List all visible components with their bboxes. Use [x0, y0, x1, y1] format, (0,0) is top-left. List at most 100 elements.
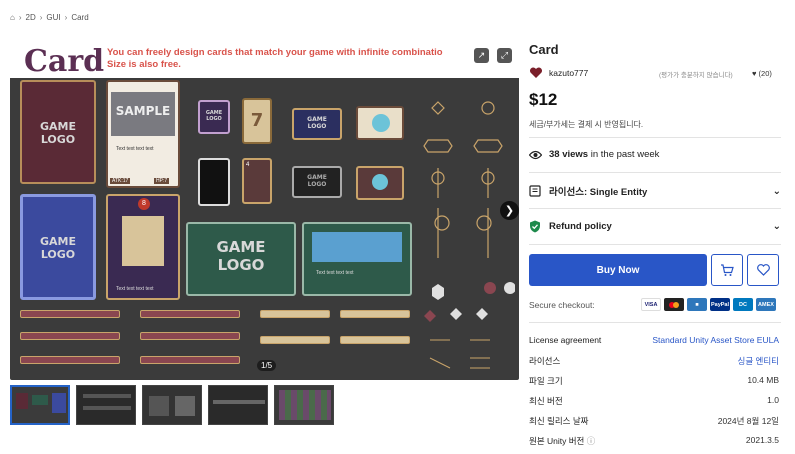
ui-bar	[260, 336, 330, 344]
next-slide-button[interactable]: ❯	[500, 201, 519, 220]
secure-checkout-label: Secure checkout:	[529, 300, 595, 310]
thumbnail-strip	[10, 385, 334, 425]
divider	[529, 208, 781, 209]
detail-row: License agreement Standard Unity Asset St…	[529, 335, 779, 345]
slide-counter: 1/5	[257, 360, 277, 371]
card-mini-black	[198, 158, 230, 206]
detail-value: 10.4 MB	[747, 375, 779, 385]
hero-title: Card	[24, 44, 105, 79]
hero-canvas: GAME LOGO SAMPLE Text text text text ATK:…	[10, 78, 519, 380]
detail-value: 2021.3.5	[745, 435, 779, 445]
detail-value[interactable]: Standard Unity Asset Store EULA	[652, 335, 779, 345]
detail-key: 파일 크기	[529, 376, 563, 386]
card-mini-number-7: 7	[242, 98, 272, 144]
ui-bar	[20, 356, 120, 364]
ornament-frames	[423, 101, 515, 369]
divider	[529, 137, 781, 138]
thumbnail-5[interactable]	[274, 385, 334, 425]
divider	[529, 172, 781, 173]
share-icon[interactable]: ↗	[474, 48, 489, 63]
views-row: 38 views in the past week	[529, 149, 781, 160]
detail-key: 원본 Unity 버전	[529, 436, 585, 446]
publisher-row: kazuto777	[529, 66, 588, 80]
detail-value: 2024년 8월 12일	[717, 416, 779, 426]
divider	[529, 244, 781, 245]
breadcrumb-item-2d[interactable]: 2D	[26, 13, 36, 22]
thumbnail-3[interactable]	[142, 385, 202, 425]
amex-card-icon: AMEX	[756, 298, 776, 311]
amex-icon: ■	[687, 298, 707, 311]
cart-icon	[721, 263, 734, 276]
chevron-down-icon: ⌄	[772, 221, 781, 232]
card-mini-logo-purple: GAME LOGO	[198, 100, 230, 134]
refund-accordion[interactable]: Refund policy ⌄	[529, 220, 781, 233]
diners-icon: DC	[733, 298, 753, 311]
card-atk: ATK:17	[110, 178, 131, 184]
card-mini-sword: 4	[242, 158, 272, 204]
detail-value[interactable]: 싱글 엔티티	[738, 355, 779, 367]
publisher-avatar-icon	[529, 67, 543, 78]
hero-image[interactable]: Card You can freely design cards that ma…	[10, 44, 519, 380]
home-icon[interactable]: ⌂	[10, 13, 15, 22]
chevron-right-icon: ›	[18, 13, 22, 22]
hero-subtitle-line-1: You can freely design cards that match y…	[107, 47, 443, 58]
card-logo-text: GAME LOGO	[39, 120, 76, 146]
detail-key: 라이선스	[529, 356, 561, 366]
paypal-icon: PayPal	[710, 298, 730, 311]
card-sample-text: SAMPLE	[115, 104, 171, 118]
chevron-down-icon: ⌄	[772, 185, 781, 197]
add-to-cart-button[interactable]	[711, 254, 743, 286]
detail-row: 최신 릴리스 날짜 2024년 8월 12일	[529, 415, 779, 427]
rating-text: (평가가 충분하지 않습니다)	[659, 72, 733, 79]
ui-bar	[20, 310, 120, 318]
detail-row: 라이선스 싱글 엔티티	[529, 355, 779, 367]
payment-methods: VISA ■ PayPal DC AMEX	[641, 298, 776, 311]
breadcrumb-item-gui[interactable]: GUI	[46, 13, 60, 22]
eye-icon	[529, 150, 543, 160]
thumbnail-4[interactable]	[208, 385, 268, 425]
chevron-right-icon: ›	[64, 13, 68, 22]
thumbnail-2[interactable]	[76, 385, 136, 425]
chevron-right-icon: ›	[39, 13, 43, 22]
breadcrumb-item-card: Card	[71, 13, 89, 22]
shield-check-icon	[529, 220, 543, 233]
detail-row: 원본 Unity 버전 ⓘ 2021.3.5	[529, 435, 779, 447]
license-accordion[interactable]: 라이선스: Single Entity ⌄	[529, 184, 781, 198]
card-front-purple: 8 Text text text text	[106, 194, 180, 300]
card-mini-logo-black: GAME LOGO	[292, 166, 342, 198]
publisher-name[interactable]: kazuto777	[549, 68, 588, 78]
favorite-button[interactable]	[747, 254, 779, 286]
license-icon	[529, 185, 543, 197]
ui-bar	[140, 332, 240, 340]
card-landscape-sample: Text text text text	[302, 222, 412, 296]
hero-subtitle: You can freely design cards that match y…	[107, 47, 443, 71]
detail-key: 최신 버전	[529, 396, 563, 406]
detail-key: 최신 릴리스 날짜	[529, 416, 589, 426]
card-body-text: Text text text text	[116, 146, 154, 152]
divider	[529, 322, 781, 323]
card-landscape-green: GAME LOGO	[186, 222, 296, 296]
fullscreen-icon[interactable]: ⤢	[497, 48, 512, 63]
detail-key: License agreement	[529, 335, 602, 345]
heart-outline-icon	[756, 264, 770, 276]
thumbnail-1[interactable]	[10, 385, 70, 425]
visa-icon: VISA	[641, 298, 661, 311]
slime-art	[372, 114, 390, 132]
breadcrumb: ⌂ › 2D › GUI › Card	[10, 13, 89, 22]
favorites-count[interactable]: ♥ (20)	[752, 69, 772, 78]
ui-bar	[260, 310, 330, 318]
price: $12	[529, 90, 558, 109]
buy-now-button[interactable]: Buy Now	[529, 254, 707, 286]
ui-bar	[140, 356, 240, 364]
card-mini-logo-blue: GAME LOGO	[292, 108, 342, 140]
heart-icon: ♥	[752, 69, 757, 78]
card-sample-front: SAMPLE Text text text text ATK:17 HP:7	[106, 80, 180, 188]
ui-bar	[340, 336, 410, 344]
hero-subtitle-line-2: Size is also free.	[107, 59, 181, 70]
detail-key-wrap: 원본 Unity 버전 ⓘ	[529, 435, 595, 447]
ui-bar	[140, 310, 240, 318]
detail-row: 파일 크기 10.4 MB	[529, 375, 779, 387]
info-icon[interactable]: ⓘ	[584, 436, 596, 446]
card-back-red: GAME LOGO	[20, 80, 96, 184]
mastercard-icon	[664, 298, 684, 311]
